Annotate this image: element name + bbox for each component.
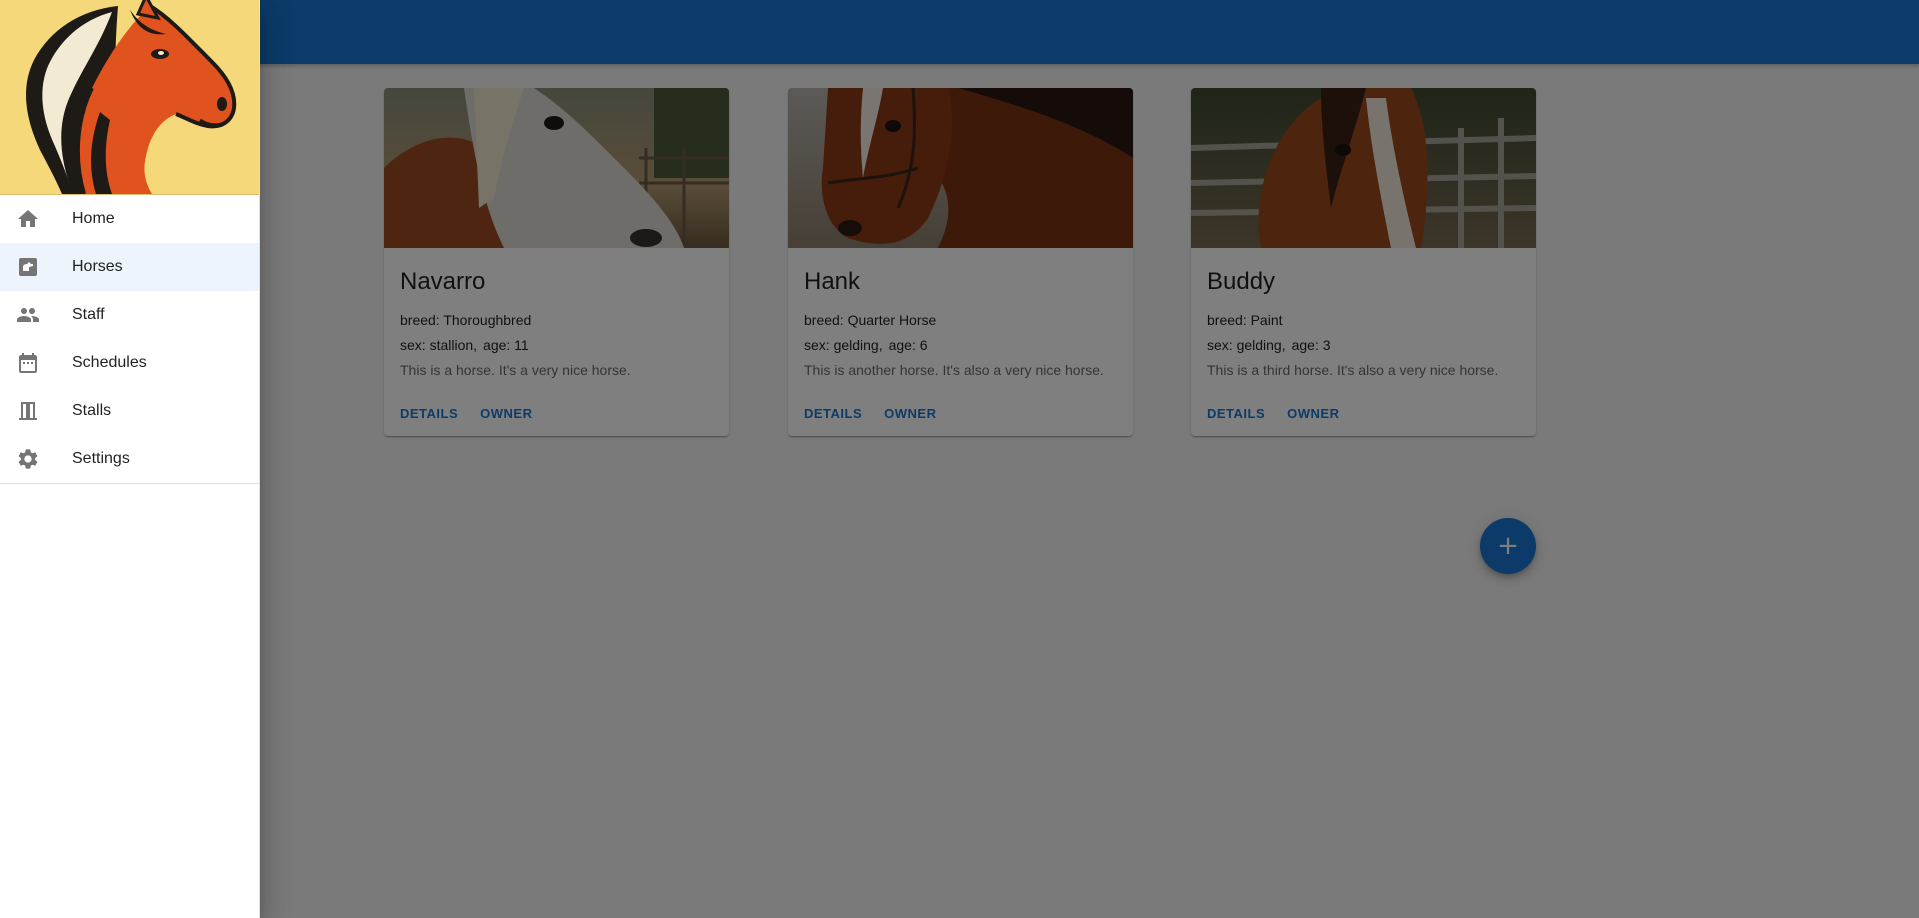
gear-icon	[0, 447, 56, 471]
nav-item-home[interactable]: Home	[0, 195, 259, 243]
nav-item-settings[interactable]: Settings	[0, 435, 259, 483]
nav-list: Home Horses Staff Schedules Stalls Setti…	[0, 195, 259, 484]
nav-item-label: Settings	[72, 450, 130, 467]
stall-door-icon	[0, 399, 56, 423]
horse-logo	[0, 0, 259, 195]
nav-item-label: Staff	[72, 306, 105, 323]
nav-item-label: Schedules	[72, 354, 147, 371]
nav-item-schedules[interactable]: Schedules	[0, 339, 259, 387]
drawer-backdrop[interactable]	[0, 0, 1919, 918]
nav-item-staff[interactable]: Staff	[0, 291, 259, 339]
nav-item-stalls[interactable]: Stalls	[0, 387, 259, 435]
nav-item-label: Stalls	[72, 402, 112, 419]
app-root: Navarro breed: Thoroughbred sex: stallio…	[0, 0, 1919, 918]
navigation-drawer: Home Horses Staff Schedules Stalls Setti…	[0, 0, 260, 918]
nav-item-label: Horses	[72, 258, 123, 275]
nav-item-label: Home	[72, 210, 115, 227]
horse-icon	[0, 255, 56, 279]
people-icon	[0, 303, 56, 327]
home-icon	[0, 207, 56, 231]
nav-item-horses[interactable]: Horses	[0, 243, 259, 291]
calendar-icon	[0, 351, 56, 375]
